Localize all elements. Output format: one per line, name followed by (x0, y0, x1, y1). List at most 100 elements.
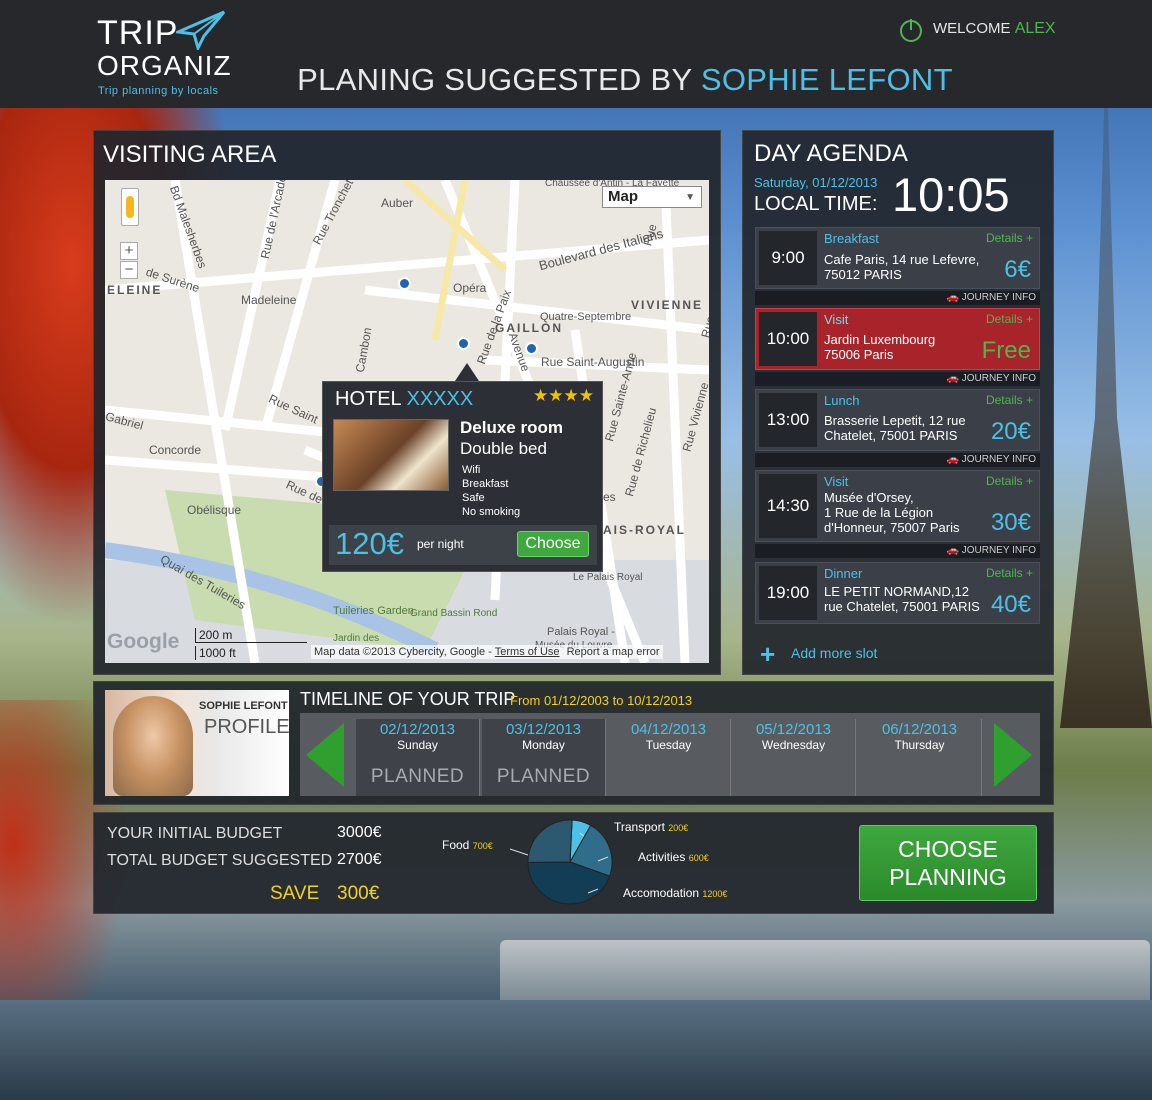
profile-card[interactable]: SOPHIE LEFONT PROFILE (105, 690, 290, 796)
slot-category: Breakfast (824, 231, 879, 246)
timeline-day[interactable]: 06/12/2013 Thursday (858, 719, 982, 796)
timeline-range: From 01/12/2003 to 10/12/2013 (510, 693, 693, 708)
slot-address-line: 1 Rue de la Légion (824, 505, 934, 520)
day-agenda-title: DAY AGENDA (754, 140, 908, 167)
slot-details-link[interactable]: Details + (986, 393, 1033, 407)
journey-info-label: JOURNEY INFO (961, 292, 1036, 303)
amenity-item: Breakfast (462, 478, 509, 490)
plus-icon[interactable]: + (760, 641, 775, 667)
timeline-day[interactable]: 02/12/2013 Sunday PLANNED (356, 719, 480, 796)
street-view-pegman[interactable] (121, 188, 139, 226)
slot-price: 30€ (990, 509, 1031, 536)
pie-value-food: 700€ (473, 841, 493, 851)
map-label-palais-royal: Palais Royal - (547, 626, 615, 638)
agenda-slot[interactable]: 13:00 Lunch Details + Brasserie Lepetit,… (755, 389, 1040, 451)
map-label-auber: Auber (381, 196, 414, 210)
timeline-day[interactable]: 04/12/2013 Tuesday (607, 719, 731, 796)
day-date: 06/12/2013 (881, 721, 958, 738)
page-title-prefix: PLANING SUGGESTED BY (297, 62, 692, 97)
slot-details-link[interactable]: Details + (986, 566, 1033, 580)
map-label-jardin: Jardin des (333, 633, 380, 644)
day-date: 03/12/2013 (505, 721, 582, 738)
map-type-select[interactable]: Map ▼ (602, 186, 702, 208)
slot-price: 6€ (1004, 256, 1031, 283)
map-marker[interactable] (398, 277, 411, 290)
map-label-obelisque: Obélisque (187, 503, 242, 517)
logo-line1[interactable]: TRIP (97, 14, 178, 53)
journey-info[interactable]: 🚗 JOURNEY INFO (755, 372, 1040, 386)
next-arrow-icon[interactable] (994, 723, 1032, 787)
profile-label: PROFILE (204, 716, 290, 738)
slot-address-line: Cafe Paris, 14 rue Lefevre, (824, 252, 980, 267)
slot-details-link[interactable]: Details + (986, 312, 1033, 326)
slot-address-line: d'Honneur, 75007 Paris (824, 520, 960, 535)
map-label-le-palais-royal: Le Palais Royal (573, 572, 643, 583)
day-status: PLANNED (496, 766, 591, 787)
car-icon: 🚗 (946, 373, 959, 384)
hotel-name-label: HOTEL (335, 388, 401, 410)
map-marker[interactable] (525, 342, 538, 355)
map-label-quatre-septembre: Quatre-Septembre (540, 311, 632, 323)
slot-details-link[interactable]: Details + (986, 231, 1033, 245)
journey-info[interactable]: 🚗 JOURNEY INFO (755, 291, 1040, 305)
journey-info[interactable]: 🚗 JOURNEY INFO (755, 453, 1040, 467)
day-weekday: Tuesday (645, 738, 692, 752)
slot-time: 19:00 (759, 566, 817, 620)
power-icon[interactable] (898, 17, 924, 43)
map-label-es: es (603, 490, 616, 504)
local-time: 10:05 (892, 168, 1010, 221)
slot-category: Lunch (824, 393, 860, 408)
report-map-error-link[interactable]: Report a map error (567, 646, 660, 658)
timeline-day[interactable]: 03/12/2013 Monday PLANNED (482, 719, 606, 796)
prev-arrow-icon[interactable] (306, 723, 344, 787)
choose-planning-line1: CHOOSE (898, 836, 998, 862)
journey-info[interactable]: 🚗 JOURNEY INFO (755, 544, 1040, 558)
pie-value-transport: 200€ (668, 823, 688, 833)
day-date: 05/12/2013 (755, 721, 832, 738)
car-icon: 🚗 (946, 545, 959, 556)
amenity-item: No smoking (462, 506, 521, 518)
hotel-amenities: Wifi Breakfast Safe No smoking (462, 463, 520, 519)
welcome-user[interactable]: ALEX (1015, 20, 1056, 37)
slot-details-link[interactable]: Details + (986, 474, 1033, 488)
agenda-slot[interactable]: 19:00 Dinner Details + LE PETIT NORMAND,… (755, 562, 1040, 624)
google-logo: Google (107, 630, 180, 653)
budget-pie-chart: Transport 200€ Activities 600€ Accomodatio… (442, 819, 727, 905)
zoom-out-button[interactable]: − (120, 261, 138, 279)
slot-time: 14:30 (759, 474, 817, 538)
choose-planning-button[interactable]: CHOOSE PLANNING (859, 825, 1037, 901)
hotel-title: HOTEL XXXXX (335, 388, 473, 411)
pie-leader-line (509, 848, 529, 856)
slot-time: 9:00 (759, 231, 817, 285)
map-type-label: Map (608, 188, 638, 205)
terms-link[interactable]: Terms of Use (495, 646, 560, 658)
header-bar: TRIP ORGANIZ Trip planning by locals PLA… (0, 0, 1152, 108)
hotel-rating-stars: ★★★★ (533, 386, 594, 405)
choose-hotel-button[interactable]: Choose (517, 531, 589, 557)
pie-label-activities: Activities 600€ (638, 850, 709, 864)
hotel-bed-type: Double bed (460, 439, 547, 458)
page-title-name[interactable]: SOPHIE LEFONT (701, 62, 953, 97)
map-scale-imperial: 1000 ft (195, 646, 239, 660)
agenda-slot-selected[interactable]: 10:00 Visit Details + Jardin Luxembourg … (755, 308, 1040, 370)
agenda-slot[interactable]: 9:00 Breakfast Details + Cafe Paris, 14 … (755, 227, 1040, 289)
visiting-area-title: VISITING AREA (103, 141, 277, 168)
zoom-in-button[interactable]: + (120, 242, 138, 260)
day-weekday: Wednesday (761, 738, 826, 752)
pie-value-accomodation: 1200€ (702, 889, 727, 899)
slot-address-line: Musée d'Orsey, (824, 490, 914, 505)
eiffel-tower-decor (1060, 108, 1152, 728)
map-label-concorde: Concorde (149, 443, 202, 457)
slot-price: Free (981, 337, 1031, 364)
map-label-madeleine-area: ELEINE (107, 283, 163, 297)
slot-address-line: Jardin Luxembourg (824, 332, 936, 347)
pie-value-activities: 600€ (689, 853, 709, 863)
map-marker[interactable] (457, 337, 470, 350)
map-label-vivienne: VIVIENNE (631, 298, 704, 312)
agenda-slot[interactable]: 14:30 Visit Details + Musée d'Orsey, 1 R… (755, 470, 1040, 542)
hotel-price-unit: per night (417, 537, 464, 551)
amenity-item: Wifi (462, 464, 481, 476)
timeline-day[interactable]: 05/12/2013 Wednesday (732, 719, 856, 796)
timeline-title: TIMELINE OF YOUR TRIP (300, 689, 516, 709)
add-more-slot-link[interactable]: Add more slot (791, 645, 877, 661)
